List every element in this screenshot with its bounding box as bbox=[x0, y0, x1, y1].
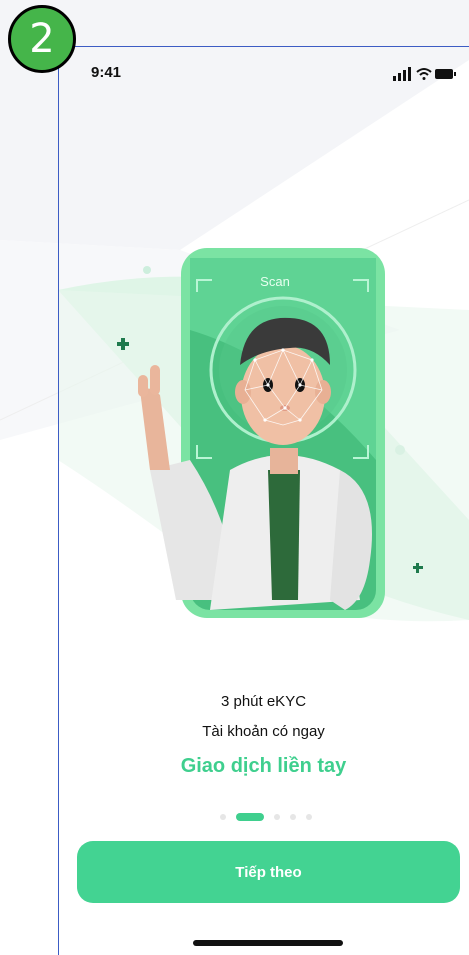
page-dot[interactable] bbox=[290, 814, 296, 820]
page-indicator bbox=[220, 812, 312, 822]
onboarding-highlight: Giao dịch liền tay bbox=[180, 755, 347, 777]
page-dot[interactable] bbox=[220, 814, 226, 820]
onboarding-line-1: 3 phút eKYC bbox=[220, 693, 307, 710]
scan-label: Scan bbox=[260, 274, 290, 289]
onboarding-line-2: Tài khoản có ngay bbox=[202, 723, 325, 740]
page-dot[interactable] bbox=[306, 814, 312, 820]
page-dot-active[interactable] bbox=[236, 813, 264, 821]
frame-border-top bbox=[58, 46, 469, 47]
home-indicator bbox=[193, 940, 343, 946]
page-dot[interactable] bbox=[274, 814, 280, 820]
onboarding-screen: 2 9:41 Scan 3 phút eKYC Tài khoản có nga… bbox=[0, 0, 469, 955]
frame-border-left bbox=[58, 46, 59, 955]
step-number-badge: 2 bbox=[8, 5, 76, 73]
next-button[interactable]: Tiếp theo bbox=[77, 841, 460, 903]
